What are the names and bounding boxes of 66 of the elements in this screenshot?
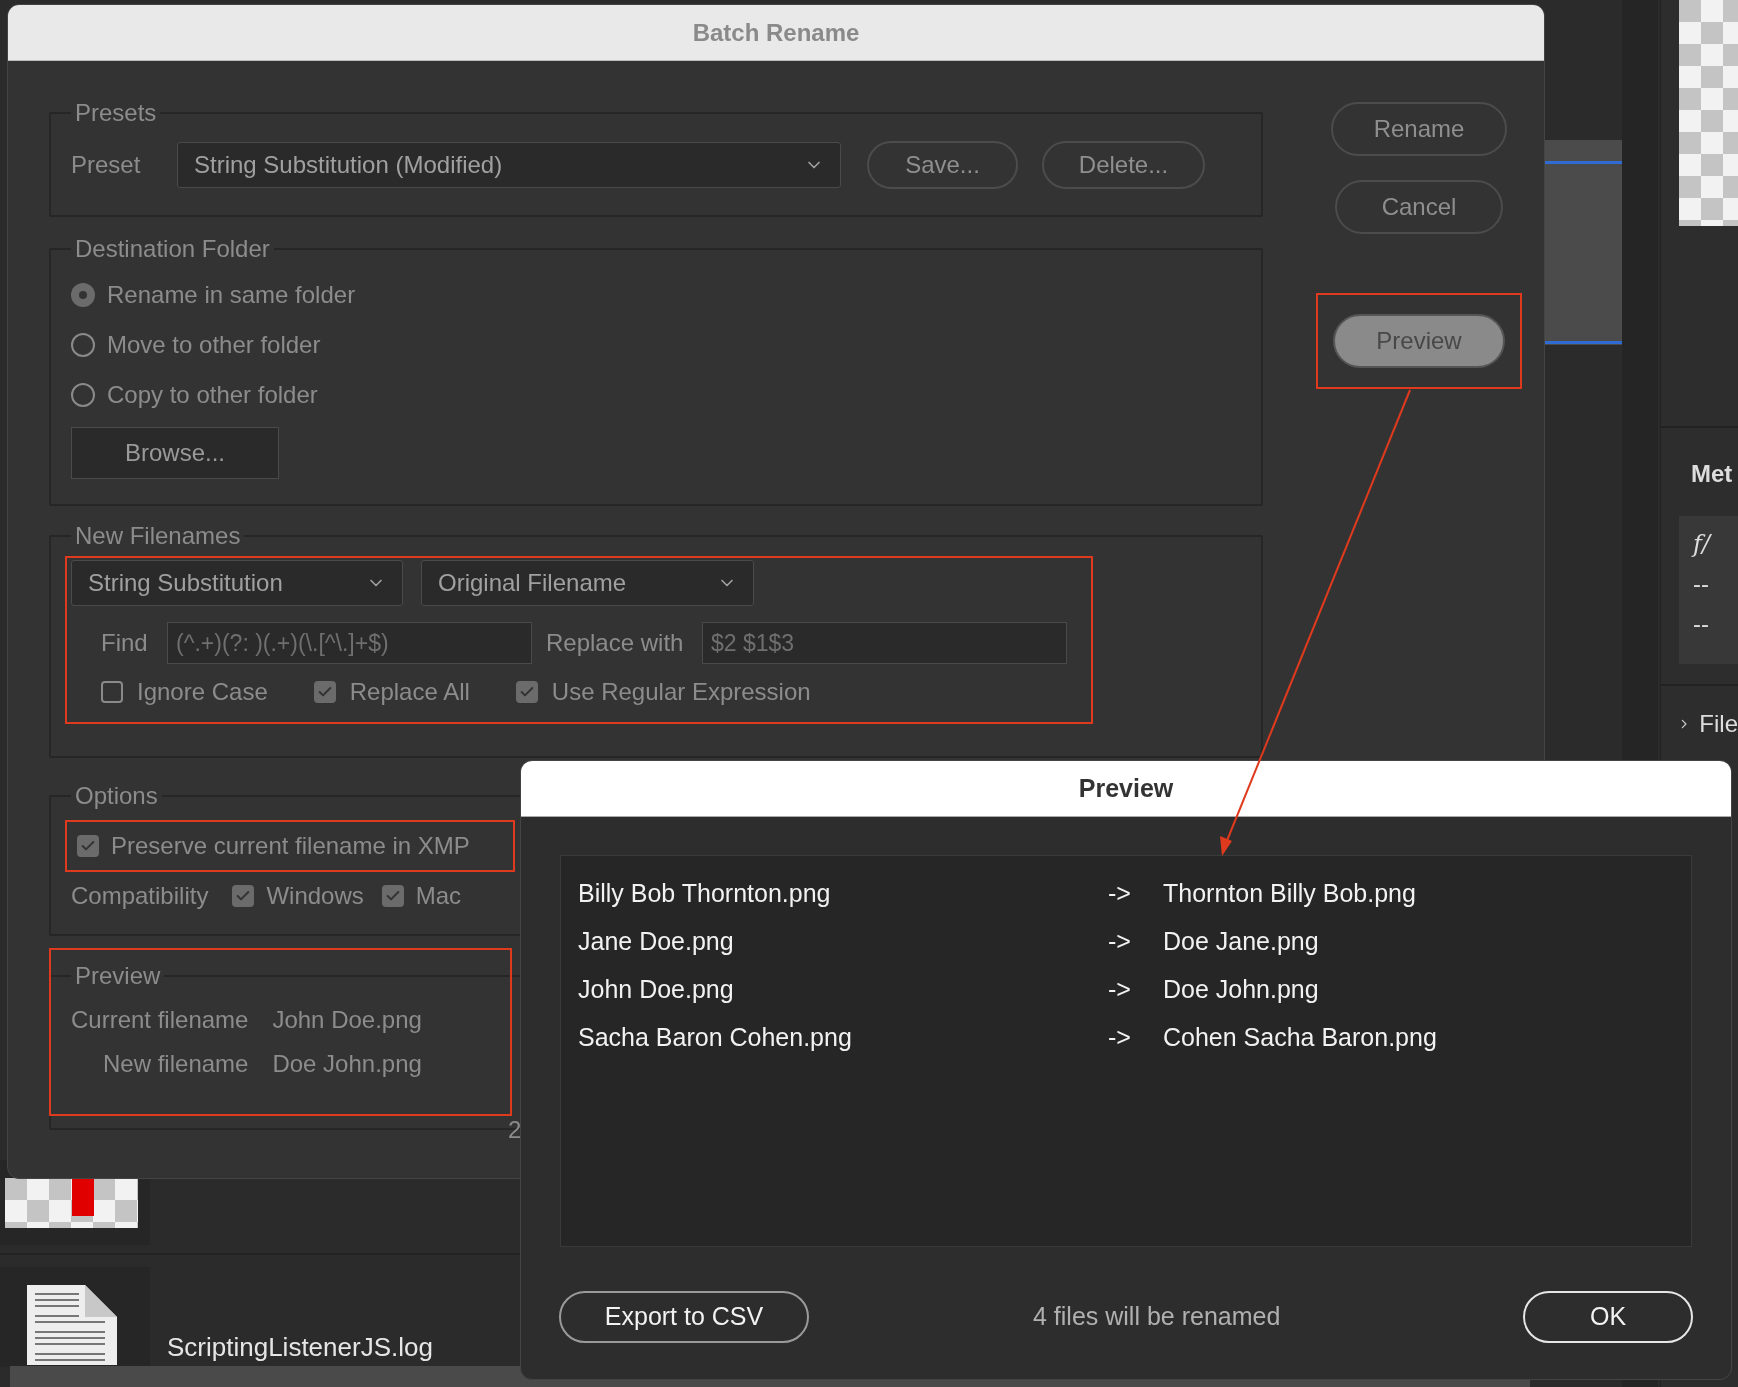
section-header[interactable]: File	[1699, 706, 1738, 742]
field-label: Preset	[71, 150, 142, 180]
radio-label: Move to other folder	[107, 330, 321, 360]
checkbox-label: Mac	[415, 881, 462, 911]
panel-heading: Met	[1691, 460, 1733, 487]
field-label: New filename	[102, 1049, 249, 1079]
checkbox[interactable]	[515, 681, 538, 703]
window-title: Batch Rename	[692, 17, 860, 48]
metadata-value: --	[1693, 609, 1710, 639]
radio-button[interactable]	[71, 283, 95, 307]
window-title: Preview	[1078, 772, 1174, 804]
pill-button[interactable]: Cancel	[1335, 180, 1503, 234]
field-label: Compatibility	[71, 881, 209, 911]
arrow-text: ->	[1108, 974, 1132, 1006]
radio-label: Copy to other folder	[107, 380, 318, 410]
field-label: Find	[101, 628, 149, 658]
group-legend: Destination Folder	[71, 231, 274, 267]
delete-button[interactable]: Delete...	[1042, 141, 1205, 189]
export-button[interactable]: Export to CSV	[559, 1291, 809, 1343]
checkbox[interactable]	[101, 681, 123, 703]
new-filename: Doe Jane.png	[1163, 926, 1319, 958]
group-legend: New Filenames	[71, 518, 245, 554]
dropdown[interactable]: String Substitution	[71, 560, 403, 606]
new-filename: Cohen Sacha Baron.png	[1163, 1022, 1437, 1054]
field-label: Current filename	[71, 1005, 249, 1035]
find-field[interactable]: (^.+)(?: )(.+)(\.[^\.]+$)	[167, 622, 532, 664]
field-value: John Doe.png	[272, 1005, 422, 1035]
new-filename: Doe John.png	[1163, 974, 1319, 1006]
arrow-text: ->	[1108, 878, 1132, 910]
arrow-text: ->	[1108, 926, 1132, 958]
radio-label: Rename in same folder	[107, 280, 356, 310]
document-icon	[27, 1285, 117, 1365]
checkbox-label: Replace All	[349, 677, 470, 707]
new-filename: Thornton Billy Bob.png	[1163, 878, 1416, 910]
original-filename: Billy Bob Thornton.png	[578, 878, 832, 910]
original-filename: Sacha Baron Cohen.png	[578, 1022, 853, 1054]
checkbox-label: Windows	[266, 881, 364, 911]
checkbox[interactable]	[313, 681, 336, 703]
replace-field[interactable]: $2 $1$3	[702, 622, 1067, 664]
metadata-value: --	[1693, 569, 1710, 599]
file-name: ScriptingListenerJS.log	[167, 1331, 433, 1364]
radio-button[interactable]	[71, 333, 95, 357]
browse-button[interactable]: Browse...	[71, 427, 279, 479]
checkbox[interactable]	[381, 885, 404, 907]
checkbox-label: Ignore Case	[137, 677, 268, 707]
checkbox[interactable]	[77, 835, 99, 857]
pill-button[interactable]: Rename	[1331, 102, 1507, 156]
radio-button[interactable]	[71, 383, 95, 407]
cut-text: 2	[508, 1115, 522, 1145]
summary-text: 4 files will be renamed	[1033, 1301, 1281, 1333]
group-legend: Preview	[71, 958, 165, 994]
field-label: Replace with	[546, 628, 685, 658]
dropdown[interactable]: Original Filename	[421, 560, 754, 606]
original-filename: John Doe.png	[578, 974, 735, 1006]
metadata-value: f/	[1693, 529, 1713, 560]
group-legend: Options	[71, 778, 162, 814]
ok-button[interactable]: OK	[1523, 1291, 1693, 1343]
original-filename: Jane Doe.png	[578, 926, 735, 958]
arrow-text: ->	[1108, 1022, 1132, 1054]
field-value: Doe John.png	[272, 1049, 422, 1079]
checkbox-label: Use Regular Expression	[551, 677, 811, 707]
checkbox[interactable]	[232, 885, 255, 907]
group-legend: Presets	[71, 95, 161, 131]
checkbox-label: Preserve current filename in XMP	[111, 831, 470, 861]
save-button[interactable]: Save...	[867, 141, 1018, 189]
dropdown[interactable]: String Substitution (Modified)	[177, 142, 841, 188]
